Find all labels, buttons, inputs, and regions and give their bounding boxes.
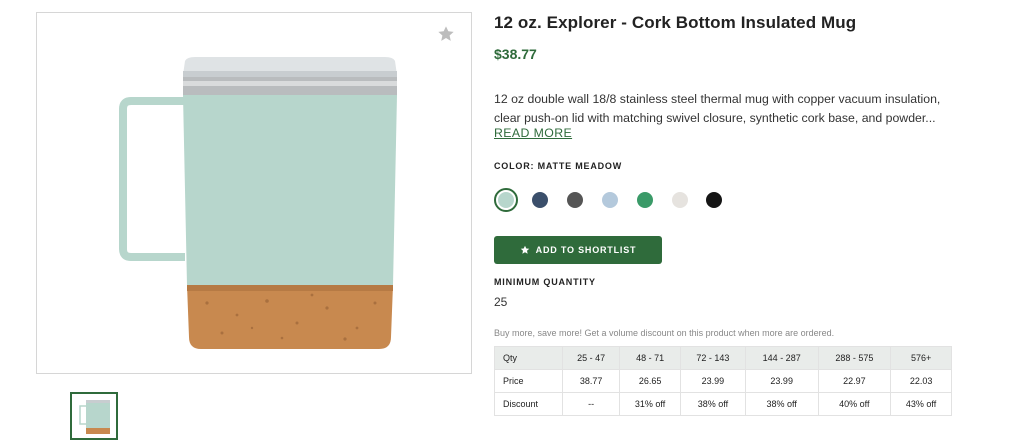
color-swatch-light-blue[interactable] (598, 188, 622, 212)
color-swatch-black[interactable] (702, 188, 726, 212)
product-title: 12 oz. Explorer - Cork Bottom Insulated … (494, 13, 857, 32)
swatch-dot (602, 192, 618, 208)
table-cell: Qty (494, 346, 563, 370)
product-thumbnail[interactable] (70, 392, 118, 440)
table-cell: 48 - 71 (619, 346, 681, 370)
swatch-dot (567, 192, 583, 208)
product-image-frame (36, 12, 472, 374)
table-cell: 22.03 (890, 369, 952, 393)
table-cell: Price (494, 369, 563, 393)
table-cell: 38.77 (561, 369, 621, 393)
color-swatch-charcoal[interactable] (563, 188, 587, 212)
add-to-shortlist-button[interactable]: ADD TO SHORTLIST (494, 236, 662, 264)
table-cell: 576+ (890, 346, 952, 370)
table-cell: 38% off (744, 392, 819, 416)
table-cell: 43% off (890, 392, 952, 416)
read-more-link[interactable]: READ MORE (494, 126, 572, 140)
color-swatch-green[interactable] (633, 188, 657, 212)
swatch-dot (706, 192, 722, 208)
volume-pricing-table: Qty 25 - 47 48 - 71 72 - 143 144 - 287 2… (494, 346, 952, 416)
color-swatch-matte-meadow[interactable] (494, 188, 518, 212)
color-swatch-navy[interactable] (528, 188, 552, 212)
swatch-dot (532, 192, 548, 208)
product-price: $38.77 (494, 46, 537, 62)
swatch-dot (637, 192, 653, 208)
minimum-quantity-label: MINIMUM QUANTITY (494, 277, 596, 287)
table-row: Discount -- 31% off 38% off 38% off 40% … (494, 392, 952, 416)
star-icon (520, 245, 529, 254)
table-cell: 23.99 (744, 369, 819, 393)
table-cell: 144 - 287 (744, 346, 819, 370)
table-row: Price 38.77 26.65 23.99 23.99 22.97 22.0… (494, 369, 952, 393)
color-label: COLOR: MATTE MEADOW (494, 161, 623, 171)
product-description: 12 oz double wall 18/8 stainless steel t… (494, 92, 941, 125)
swatch-dot (498, 192, 514, 208)
minimum-quantity-value: 25 (494, 295, 508, 309)
table-cell: 40% off (817, 392, 892, 416)
shortlist-button-label: ADD TO SHORTLIST (535, 245, 637, 255)
table-cell: 22.97 (817, 369, 892, 393)
table-cell: 72 - 143 (679, 346, 746, 370)
product-image (119, 57, 397, 349)
table-cell: Discount (494, 392, 563, 416)
thumbnail-image (79, 400, 110, 434)
table-cell: 31% off (619, 392, 681, 416)
table-cell: -- (561, 392, 621, 416)
swatch-dot (672, 192, 688, 208)
table-cell: 26.65 (619, 369, 681, 393)
volume-discount-note: Buy more, save more! Get a volume discou… (494, 328, 835, 338)
table-cell: 23.99 (679, 369, 746, 393)
table-header-row: Qty 25 - 47 48 - 71 72 - 143 144 - 287 2… (494, 346, 952, 370)
table-cell: 38% off (679, 392, 746, 416)
star-icon[interactable] (437, 25, 455, 43)
table-cell: 25 - 47 (561, 346, 621, 370)
color-swatch-white[interactable] (668, 188, 692, 212)
table-cell: 288 - 575 (817, 346, 892, 370)
